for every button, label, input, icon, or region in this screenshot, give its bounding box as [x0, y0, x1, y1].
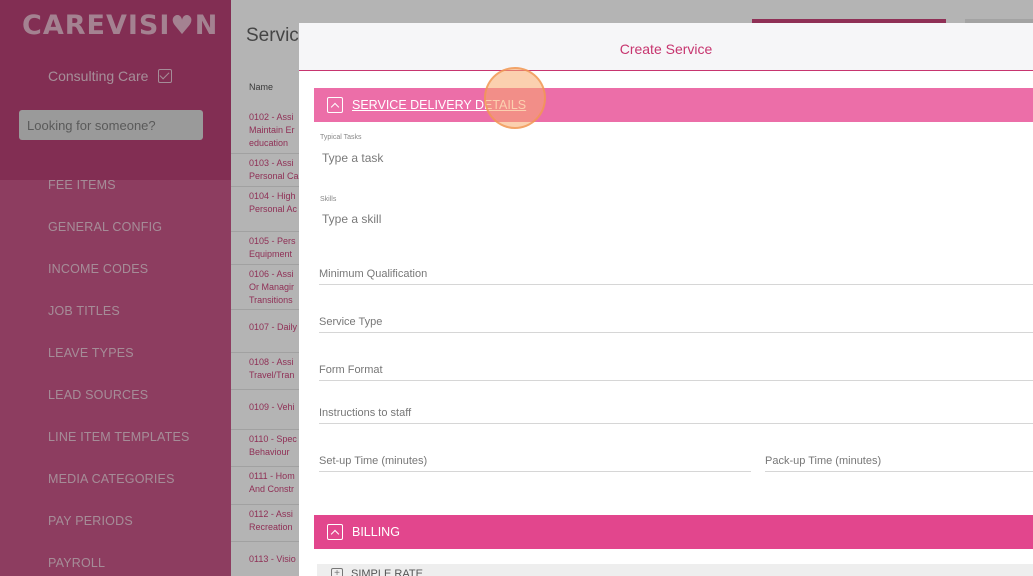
- billing-section-header[interactable]: BILLING: [314, 515, 1033, 549]
- chevron-up-icon[interactable]: [327, 524, 343, 540]
- simple-rate-label: SIMPLE RATE: [351, 568, 423, 576]
- chevron-up-icon[interactable]: [327, 97, 343, 113]
- setup-time-field[interactable]: Set-up Time (minutes): [319, 455, 751, 472]
- minimum-qualification-field[interactable]: Minimum Qualification: [319, 268, 1033, 285]
- skills-label: Skills: [320, 196, 337, 203]
- typical-tasks-input[interactable]: Type a task: [322, 151, 383, 165]
- service-type-field[interactable]: Service Type: [319, 316, 1033, 333]
- form-format-field[interactable]: Form Format: [319, 364, 1033, 381]
- modal-title: Create Service: [299, 23, 1033, 71]
- click-indicator: [484, 67, 546, 129]
- packup-time-field[interactable]: Pack-up Time (minutes): [765, 455, 1033, 472]
- section-title: BILLING: [352, 525, 400, 539]
- service-delivery-section-header[interactable]: SERVICE DELIVERY DETAILS: [314, 88, 1033, 122]
- instructions-field[interactable]: Instructions to staff: [319, 407, 1033, 424]
- create-service-modal: Create Service SERVICE DELIVERY DETAILS …: [299, 23, 1033, 576]
- expand-icon[interactable]: +: [331, 568, 343, 576]
- skills-input[interactable]: Type a skill: [322, 212, 381, 226]
- typical-tasks-label: Typical Tasks: [320, 134, 362, 141]
- simple-rate-toggle[interactable]: + SIMPLE RATE: [317, 564, 1033, 576]
